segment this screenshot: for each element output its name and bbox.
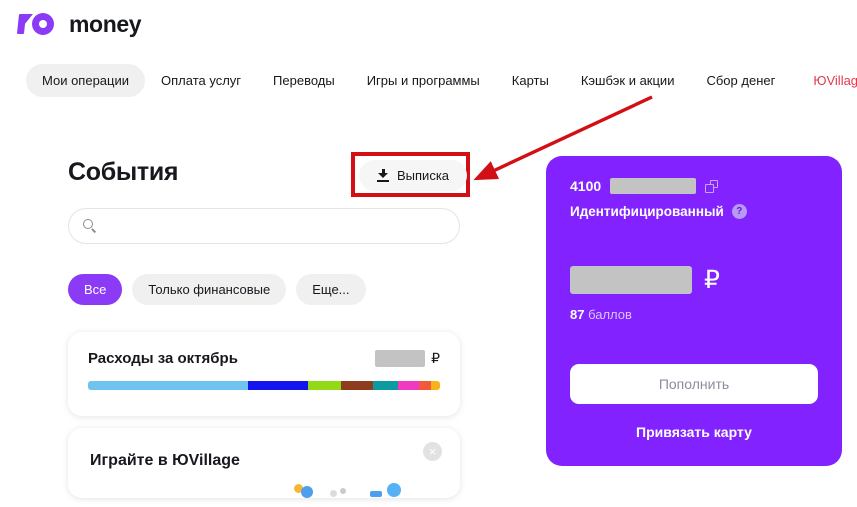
balance-currency: ₽ [704, 266, 720, 294]
expenses-currency: ₽ [431, 350, 440, 366]
copy-icon[interactable] [705, 179, 719, 193]
close-icon[interactable]: × [423, 442, 442, 461]
app-root: money Мои операции Оплата услуг Переводы… [0, 0, 857, 507]
search-box[interactable] [68, 208, 460, 244]
nav-item-cards[interactable]: Карты [496, 64, 565, 97]
nav-item-games-programs[interactable]: Игры и программы [351, 64, 496, 97]
nav-item-yuvillage[interactable]: ЮVillage [797, 64, 857, 97]
expenses-segment-1 [248, 381, 308, 390]
points-value: 87 [570, 307, 585, 322]
expenses-segment-bar [88, 381, 440, 390]
search-icon [83, 219, 97, 233]
points-row: 87 баллов [570, 307, 818, 322]
village-illustration [288, 480, 408, 498]
download-icon [377, 169, 389, 182]
account-row: 4100 [570, 178, 818, 194]
help-icon[interactable]: ? [731, 204, 747, 219]
balance-row: ₽ [570, 265, 818, 295]
expenses-amount-redacted [375, 350, 426, 367]
main-nav: Мои операции Оплата услуг Переводы Игры … [26, 64, 857, 97]
site-logo[interactable]: money [16, 10, 142, 38]
expenses-segment-2 [307, 381, 342, 390]
expenses-header: Расходы за октябрь ₽ [68, 332, 460, 367]
village-card-title: Играйте в ЮVillage [90, 452, 240, 469]
expenses-segment-0 [88, 381, 249, 390]
wallet-card: 4100 Идентифицированный ? ₽ 87 баллов По… [546, 156, 842, 466]
account-prefix: 4100 [570, 178, 602, 194]
expenses-card[interactable]: Расходы за октябрь ₽ [68, 332, 460, 416]
link-card-button[interactable]: Привязать карту [570, 424, 818, 440]
expenses-title: Расходы за октябрь [88, 350, 238, 367]
points-label: баллов [588, 307, 632, 322]
expenses-segment-5 [397, 381, 419, 390]
search-input[interactable] [107, 218, 445, 234]
expenses-segment-6 [418, 381, 432, 390]
account-status: Идентифицированный [570, 204, 724, 219]
nav-item-transfers[interactable]: Переводы [257, 64, 351, 97]
filter-chip-all[interactable]: Все [68, 274, 123, 305]
logo-text: money [69, 10, 142, 37]
filter-chip-financial-only[interactable]: Только финансовые [132, 274, 287, 305]
account-status-row: Идентифицированный ? [570, 204, 818, 219]
nav-item-money-collection[interactable]: Сбор денег [690, 64, 791, 97]
topup-button[interactable]: Пополнить [570, 364, 818, 404]
filter-chips: Все Только финансовые Еще... [68, 274, 366, 305]
nav-item-my-operations[interactable]: Мои операции [26, 64, 146, 97]
statement-button[interactable]: Выписка [359, 160, 468, 191]
account-number-redacted [610, 178, 697, 194]
village-card[interactable]: Играйте в ЮVillage × [68, 428, 460, 498]
filter-chip-more[interactable]: Еще... [296, 274, 366, 305]
expenses-segment-7 [431, 381, 440, 390]
balance-redacted [570, 266, 692, 294]
expenses-amount: ₽ [375, 350, 440, 367]
nav-item-cashback[interactable]: Кэшбэк и акции [565, 64, 691, 97]
yoomoney-logo-icon [16, 10, 60, 38]
statement-button-label: Выписка [397, 168, 450, 183]
page-title: События [68, 158, 179, 186]
expenses-segment-4 [373, 381, 398, 390]
nav-item-payments[interactable]: Оплата услуг [145, 64, 257, 97]
expenses-segment-3 [341, 381, 374, 390]
